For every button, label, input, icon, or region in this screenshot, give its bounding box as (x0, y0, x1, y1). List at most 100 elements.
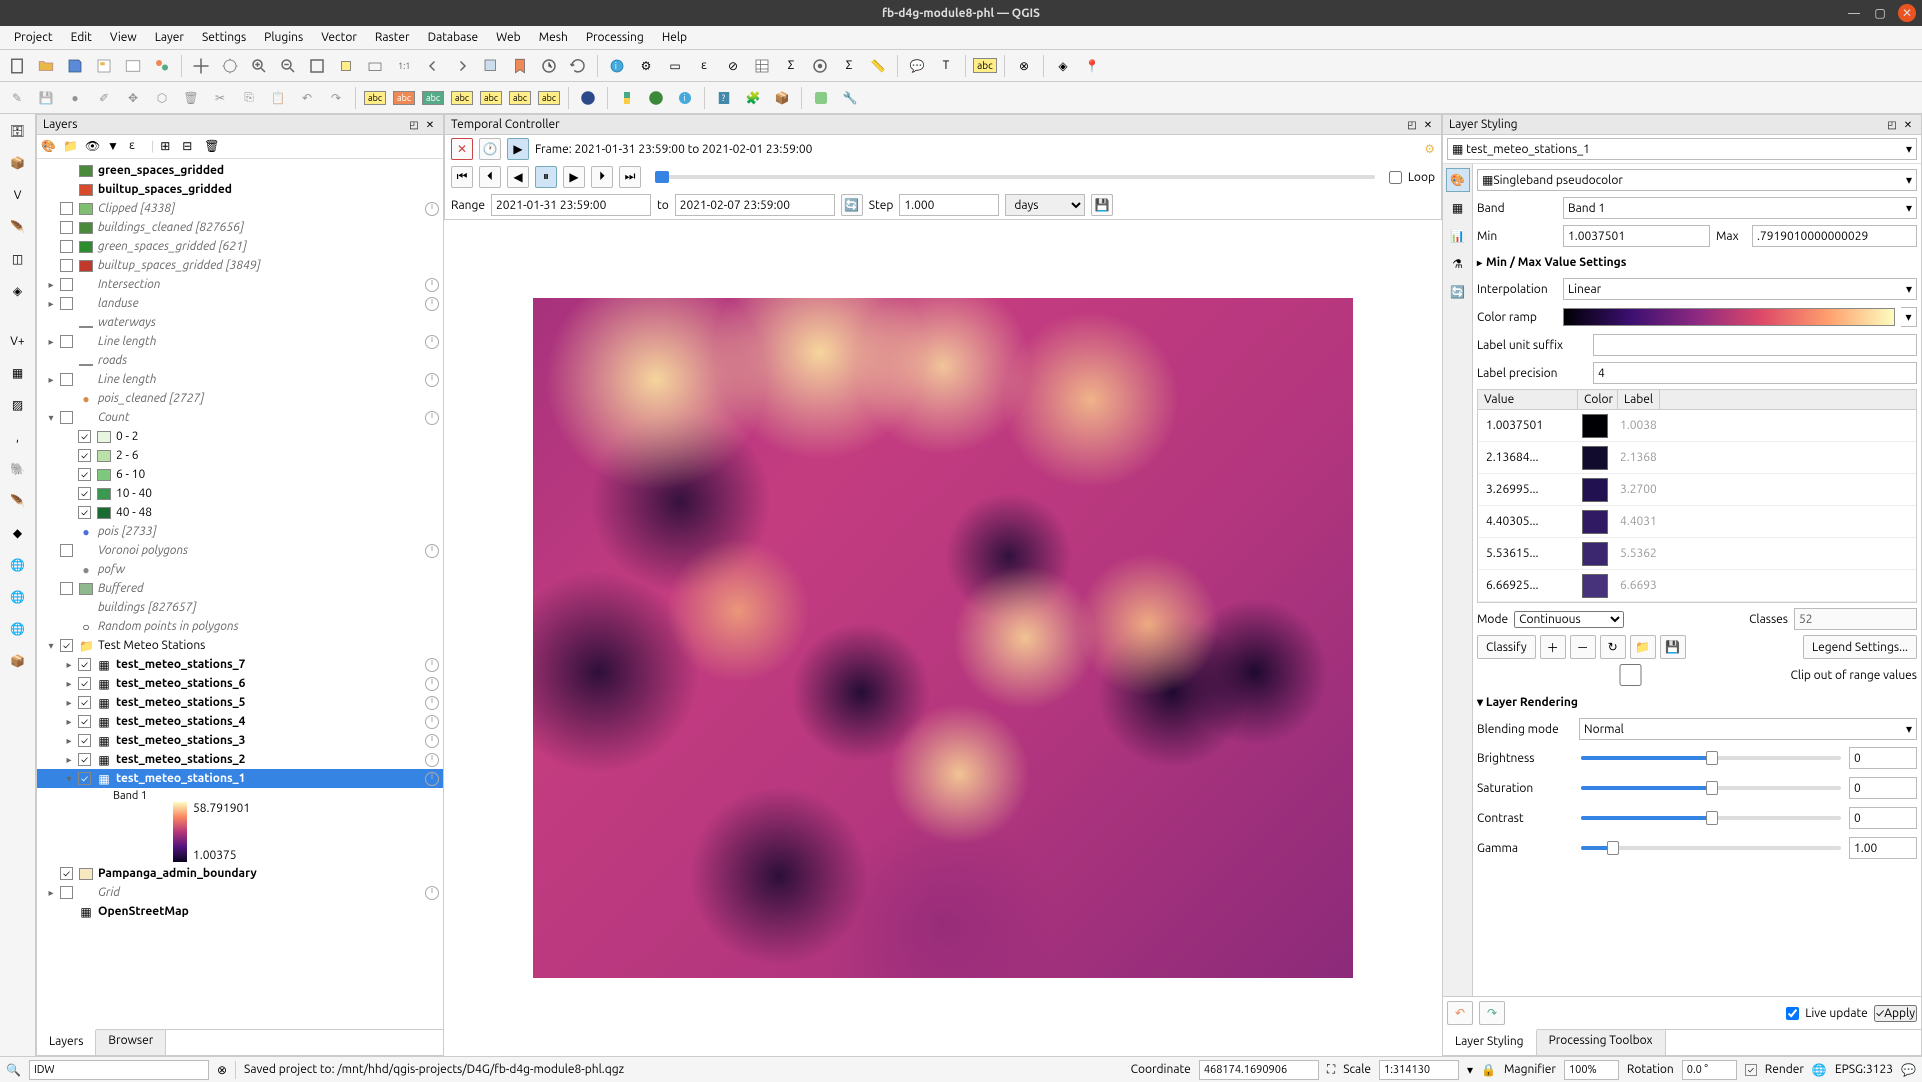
layer-item[interactable]: ●pois [2733] (37, 522, 443, 541)
visibility-checkbox[interactable] (60, 221, 73, 234)
crs-label[interactable]: EPSG:3123 (1835, 1063, 1893, 1076)
layer-item[interactable]: buildings_cleaned [827656] (37, 218, 443, 237)
temporal-anim-button[interactable]: ▶ (507, 138, 529, 160)
precision-input[interactable] (1593, 362, 1917, 384)
styling-layer-name[interactable]: test_meteo_stations_1 (1466, 143, 1906, 156)
vertex-icon[interactable]: ⬡ (149, 85, 175, 111)
identify-icon[interactable]: i (604, 53, 630, 79)
tab-layers[interactable]: Layers (37, 1029, 96, 1055)
color-stop-row[interactable]: 6.66925...6.6693 (1478, 570, 1916, 602)
add-csv-icon[interactable]: , (5, 424, 31, 450)
close-panel-icon[interactable]: ✕ (1421, 118, 1435, 132)
step-input[interactable] (899, 194, 999, 216)
layer-item[interactable]: green_spaces_gridded (37, 161, 443, 180)
layer-item[interactable]: waterways (37, 313, 443, 332)
visibility-checkbox[interactable] (60, 544, 73, 557)
menu-project[interactable]: Project (6, 29, 61, 46)
redo-icon[interactable]: ↷ (323, 85, 349, 111)
expand-all-icon[interactable]: ⊞ (160, 139, 176, 155)
temporal-slider[interactable] (655, 175, 1375, 179)
zoom-in-icon[interactable] (246, 53, 272, 79)
step-unit-select[interactable]: days (1005, 194, 1085, 216)
open-project-icon[interactable] (33, 53, 59, 79)
add-class-icon[interactable]: ＋ (1540, 635, 1566, 659)
annotation-icon[interactable]: T (933, 53, 959, 79)
layer-item[interactable]: ▸Line length (37, 332, 443, 351)
live-update-checkbox[interactable] (1786, 1007, 1799, 1020)
remove-class-icon[interactable]: － (1570, 635, 1596, 659)
visibility-checkbox[interactable] (78, 772, 91, 785)
add-mssql-icon[interactable]: ◆ (5, 520, 31, 546)
filter-legend-icon[interactable]: ▼ (107, 139, 123, 155)
visibility-checkbox[interactable] (60, 582, 73, 595)
mode-select[interactable]: Continuous (1514, 611, 1624, 628)
refresh-icon[interactable] (565, 53, 591, 79)
layer-item[interactable]: ●pois_cleaned [2727] (37, 389, 443, 408)
label-pin-icon[interactable]: abc (449, 85, 475, 111)
layer-item[interactable]: ▸Grid (37, 883, 443, 902)
map-canvas[interactable] (444, 220, 1442, 1056)
messages-icon[interactable]: 💬 (1901, 1063, 1916, 1077)
rendering-tab-icon[interactable]: ⚗ (1446, 252, 1470, 276)
menu-settings[interactable]: Settings (194, 29, 254, 46)
rendering-head[interactable]: ▾ Layer Rendering (1477, 691, 1917, 713)
add-wcs-icon[interactable]: 🌐 (5, 584, 31, 610)
visibility-checkbox[interactable] (78, 734, 91, 747)
visibility-checkbox[interactable] (78, 696, 91, 709)
menu-view[interactable]: View (102, 29, 145, 46)
plugin2-icon[interactable]: 📦 (769, 85, 795, 111)
attr-table-icon[interactable] (749, 53, 775, 79)
suffix-input[interactable] (1593, 334, 1917, 356)
layer-item[interactable]: roads (37, 351, 443, 370)
interp-select[interactable]: Linear▾ (1563, 278, 1917, 300)
color-stop-row[interactable]: 5.53615...5.5362 (1478, 538, 1916, 570)
python-icon[interactable] (614, 85, 640, 111)
temporal-fixed-button[interactable]: 🕐 (479, 138, 501, 160)
menu-mesh[interactable]: Mesh (531, 29, 576, 46)
zoom-native-icon[interactable]: 1:1 (391, 53, 417, 79)
play-back-button[interactable]: ◀ (507, 166, 529, 188)
new-virtual-icon[interactable]: ◫ (5, 246, 31, 272)
delete-icon[interactable]: 🗑 (178, 85, 204, 111)
collapse-all-icon[interactable]: ⊟ (182, 139, 198, 155)
redo-style-icon[interactable]: ↷ (1479, 1001, 1505, 1025)
temporal-panel-icon[interactable] (536, 53, 562, 79)
contrast-slider[interactable] (1581, 816, 1841, 820)
layer-item[interactable]: ○Random points in polygons (37, 617, 443, 636)
refresh-range-icon[interactable]: 🔄 (841, 194, 863, 216)
remove-layer-icon[interactable]: 🗑 (204, 139, 220, 155)
visibility-checkbox[interactable] (78, 677, 91, 690)
coord-input[interactable] (1199, 1060, 1319, 1080)
play-button[interactable]: ▶ (563, 166, 585, 188)
contrast-input[interactable] (1849, 807, 1917, 829)
layer-item[interactable]: ▸▦test_meteo_stations_6 (37, 674, 443, 693)
menu-layer[interactable]: Layer (147, 29, 192, 46)
save-file-icon[interactable]: 💾 (1660, 635, 1686, 659)
pan-to-selection-icon[interactable] (217, 53, 243, 79)
gamma-slider[interactable] (1581, 846, 1841, 850)
info-icon[interactable]: i (672, 85, 698, 111)
zoom-selection-icon[interactable] (333, 53, 359, 79)
undock-icon[interactable]: ◰ (407, 118, 421, 132)
add-postgis-icon[interactable]: 🐘 (5, 456, 31, 482)
minmax-settings-toggle[interactable]: Min / Max Value Settings (1477, 252, 1917, 273)
load-ramp-icon[interactable]: ↻ (1600, 635, 1626, 659)
visibility-checkbox[interactable] (60, 259, 73, 272)
range-to-input[interactable] (675, 194, 835, 216)
layer-item[interactable]: ▸Intersection (37, 275, 443, 294)
save-anim-icon[interactable]: 💾 (1091, 194, 1113, 216)
edit-icon[interactable]: ✎ (4, 85, 30, 111)
layer-item[interactable]: ▾📁Test Meteo Stations (37, 636, 443, 655)
color-stop-row[interactable]: 1.00375011.0038 (1478, 410, 1916, 442)
scale-dropdown-icon[interactable]: ▾ (1467, 1063, 1473, 1077)
new-geopackage-icon[interactable]: 📦 (5, 150, 31, 176)
visibility-checkbox[interactable] (60, 639, 73, 652)
visibility-checkbox[interactable] (78, 449, 91, 462)
help-icon[interactable]: ? (711, 85, 737, 111)
rewind-button[interactable]: ⏮ (451, 166, 473, 188)
color-ramp-select[interactable] (1563, 308, 1895, 326)
visibility-checkbox[interactable] (60, 202, 73, 215)
visibility-checkbox[interactable] (60, 411, 73, 424)
new-project-icon[interactable] (4, 53, 30, 79)
menu-processing[interactable]: Processing (578, 29, 652, 46)
